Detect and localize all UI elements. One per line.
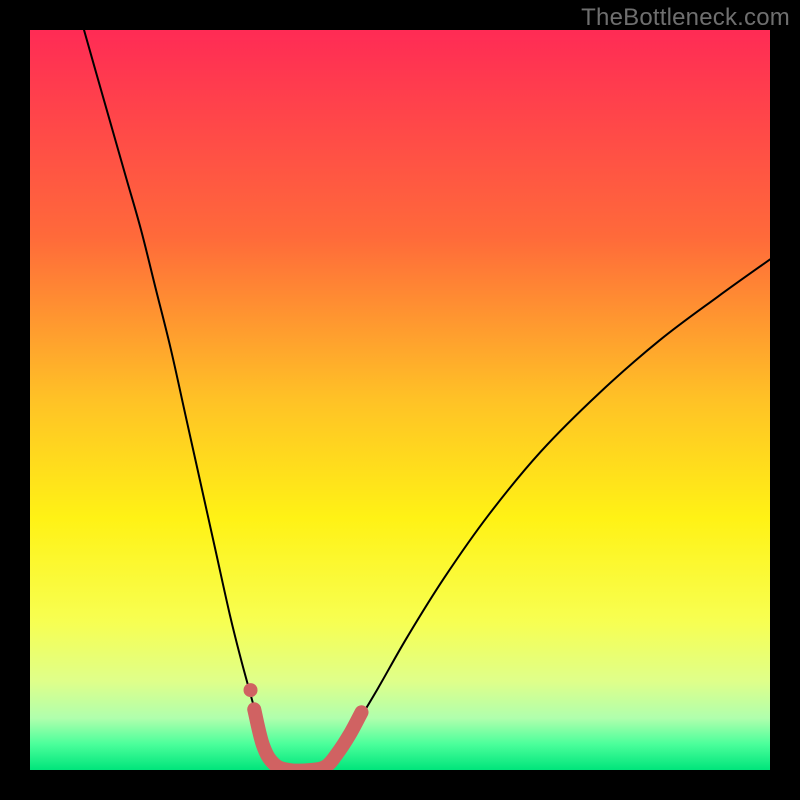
watermark-text: TheBottleneck.com: [581, 4, 790, 32]
chart-svg: [30, 30, 770, 770]
highlight-marker: [244, 683, 258, 697]
chart-background: [30, 30, 770, 770]
chart-frame: TheBottleneck.com: [0, 0, 800, 800]
chart-plot-area: [30, 30, 770, 770]
